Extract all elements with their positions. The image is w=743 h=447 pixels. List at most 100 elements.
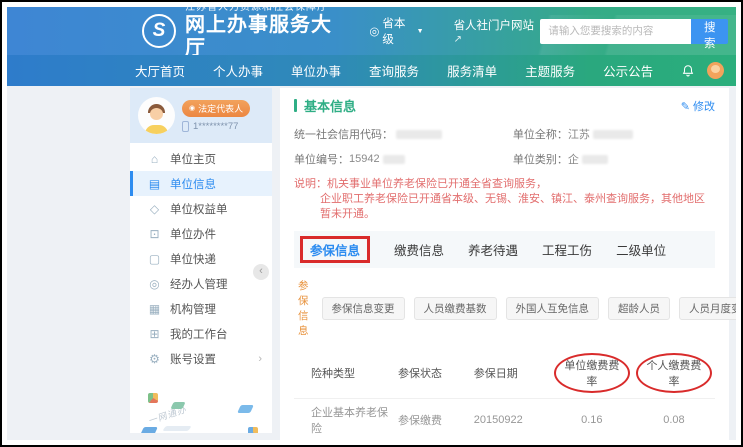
sub-tabs: 参保信息 参保信息变更 人员缴费基数 外国人互免信息 超龄人员 人员月度变更 到… [294, 275, 715, 341]
redacted-value [383, 155, 405, 164]
portal-title: 网上办事服务大厅 [185, 14, 343, 55]
field-credit-code: 统一社会信用代码： [294, 126, 513, 142]
col-enroll-status: 参保状态 [395, 348, 471, 399]
location-icon: ◎ [369, 24, 379, 38]
role-badge-label: 法定代表人 [198, 102, 243, 115]
edit-label: 修改 [693, 101, 715, 113]
chevron-right-icon: › [258, 353, 262, 365]
region-selector[interactable]: ◎ 省本级 ▼ [369, 15, 423, 47]
basic-info-fields: 统一社会信用代码： 单位全称： 江苏 单位编号： 15942 [294, 126, 715, 167]
col-employer-rate: 单位缴费费率 [551, 348, 633, 399]
field-unit-category: 单位类别： 企 [513, 151, 715, 167]
sidebar-item-label: 机构管理 [170, 301, 216, 317]
sidebar-item-unit-rights[interactable]: ◇ 单位权益单 [130, 196, 272, 221]
subtab-payment-base[interactable]: 人员缴费基数 [414, 297, 497, 320]
sidebar-item-account-settings[interactable]: ⚙ 账号设置 › [130, 346, 272, 371]
nav-item-topics[interactable]: 主题服务 [525, 61, 575, 80]
search-input[interactable] [540, 19, 691, 44]
sidebar-item-unit-cases[interactable]: ⊡ 单位办件 [130, 221, 272, 246]
sidebar-menu: ⌂ 单位主页 ▤ 单位信息 ◇ 单位权益单 ⊡ 单位办件 ▢ 单位快递 [130, 143, 272, 371]
nav-item-service-list[interactable]: 服务清单 [447, 61, 497, 80]
phone-icon [182, 121, 189, 132]
basic-info-title: 基本信息 [304, 96, 356, 115]
masked-phone: 1********77 [182, 121, 250, 132]
edit-link[interactable]: ✎ 修改 [681, 98, 715, 114]
subtab-enrollment-info[interactable]: 参保信息 [294, 275, 313, 341]
tab-enrollment-info[interactable]: 参保信息 [310, 244, 360, 258]
redacted-value [593, 130, 633, 139]
info-panel: 基本信息 ✎ 修改 统一社会信用代码： 单位全称： 江苏 [280, 88, 729, 440]
field-unit-number: 单位编号： 15942 [294, 151, 513, 167]
cases-icon: ⊡ [148, 227, 161, 241]
profile-avatar [138, 97, 175, 134]
field-unit-fullname: 单位全称： 江苏 [513, 126, 715, 142]
subtab-foreigner-exemption[interactable]: 外国人互免信息 [506, 297, 600, 320]
agent-icon: ◎ [148, 277, 161, 291]
org-name: 江苏省人力资源和社会保障厅 [185, 7, 343, 14]
col-insurance-type: 险种类型 [294, 348, 395, 399]
sidebar-illustration: 一网通办 [130, 371, 272, 433]
col-enroll-date: 参保日期 [471, 348, 551, 399]
nav-item-home[interactable]: 大厅首页 [135, 61, 185, 80]
region-label: 省本级 [382, 15, 413, 47]
sidebar-item-workbench[interactable]: ⊞ 我的工作台 [130, 321, 272, 346]
main-content: 基本信息 ✎ 修改 统一社会信用代码： 单位全称： 江苏 [280, 88, 729, 433]
table-row: 企业基本养老保险 参保缴费 20150922 0.16 0.08 [294, 399, 715, 441]
sidebar-collapse-button[interactable]: ‹ [253, 264, 269, 280]
badge-icon: ◉ [189, 104, 195, 112]
sidebar-item-label: 经办人管理 [170, 276, 228, 292]
section-bar [294, 99, 297, 112]
sidebar-item-agent-mgmt[interactable]: ◎ 经办人管理 [130, 271, 272, 296]
tab-payment-info[interactable]: 缴费信息 [394, 240, 444, 259]
sidebar-item-label: 单位权益单 [170, 201, 228, 217]
external-link-icon: ↗ [454, 34, 462, 45]
nav-item-query[interactable]: 查询服务 [369, 61, 419, 80]
role-badge: ◉ 法定代表人 [182, 100, 250, 117]
sidebar-item-org-mgmt[interactable]: ▦ 机构管理 [130, 296, 272, 321]
tab-pension-benefits[interactable]: 养老待遇 [468, 240, 518, 259]
sidebar-item-unit-home[interactable]: ⌂ 单位主页 [130, 146, 272, 171]
express-icon: ▢ [148, 252, 161, 266]
search-button[interactable]: 搜索 [691, 19, 728, 44]
phone-number: 1********77 [193, 121, 238, 132]
tab-secondary-units[interactable]: 二级单位 [616, 240, 666, 259]
page-body: ‹ ◉ 法定代表人 1********77 [7, 86, 736, 440]
sidebar-item-label: 账号设置 [170, 351, 216, 367]
sidebar-item-label: 单位信息 [170, 176, 216, 192]
red-oval-annotation: 单位缴费费率 [554, 353, 630, 393]
screenshot-frame: S 江苏省人力资源和社会保障厅 网上办事服务大厅 ◎ 省本级 ▼ 省人社门户网站… [0, 0, 743, 447]
unit-info-icon: ▤ [148, 177, 161, 191]
portal-site-label: 省人社门户网站 [454, 20, 535, 32]
main-tabs: 参保信息 缴费信息 养老待遇 工程工伤 二级单位 [294, 231, 715, 268]
table-header-row: 险种类型 参保状态 参保日期 单位缴费费率 个人缴费费率 [294, 348, 715, 399]
workbench-icon: ⊞ [148, 327, 161, 341]
sidebar-item-unit-express[interactable]: ▢ 单位快递 [130, 246, 272, 271]
nav-item-announcements[interactable]: 公示公告 [603, 61, 653, 80]
nav-item-company[interactable]: 单位办事 [291, 61, 341, 80]
subtab-enrollment-change[interactable]: 参保信息变更 [322, 297, 405, 320]
sidebar-item-label: 我的工作台 [170, 326, 228, 342]
search-bar: 搜索 [540, 19, 728, 44]
edit-pencil-icon: ✎ [681, 101, 690, 113]
portal-page: S 江苏省人力资源和社会保障厅 网上办事服务大厅 ◎ 省本级 ▼ 省人社门户网站… [7, 7, 736, 440]
enrollment-table: 险种类型 参保状态 参保日期 单位缴费费率 个人缴费费率 企业基本养老保险 参保… [294, 348, 715, 440]
portal-site-link[interactable]: 省人社门户网站 ↗ [454, 17, 541, 45]
profile-card: ◉ 法定代表人 1********77 [130, 88, 272, 143]
user-avatar[interactable] [707, 62, 724, 79]
home-icon: ⌂ [148, 152, 161, 166]
sidebar-item-label: 单位主页 [170, 151, 216, 167]
settings-gear-icon: ⚙ [148, 352, 161, 366]
caret-down-icon: ▼ [417, 28, 424, 35]
nav-item-personal[interactable]: 个人办事 [213, 61, 263, 80]
sidebar-item-unit-info[interactable]: ▤ 单位信息 [130, 171, 272, 196]
subtab-monthly-change[interactable]: 人员月度变更 [679, 297, 736, 320]
subtab-overage-personnel[interactable]: 超龄人员 [608, 297, 670, 320]
basic-info-header: 基本信息 ✎ 修改 [294, 96, 715, 115]
service-notice: 说明：机关事业单位养老保险已开通全省查询服务， 企业职工养老保险已开通省本级、无… [294, 177, 715, 222]
tab-project-injury[interactable]: 工程工伤 [542, 240, 592, 259]
redacted-value [582, 155, 608, 164]
notification-bell-icon[interactable] [681, 64, 695, 78]
nav-right-icons [681, 62, 724, 79]
notice-line-2: 企业职工养老保险已开通省本级、无锡、淮安、镇江、泰州查询服务，其他地区暂未开通。 [294, 192, 715, 222]
top-banner: S 江苏省人力资源和社会保障厅 网上办事服务大厅 ◎ 省本级 ▼ 省人社门户网站… [7, 7, 736, 55]
